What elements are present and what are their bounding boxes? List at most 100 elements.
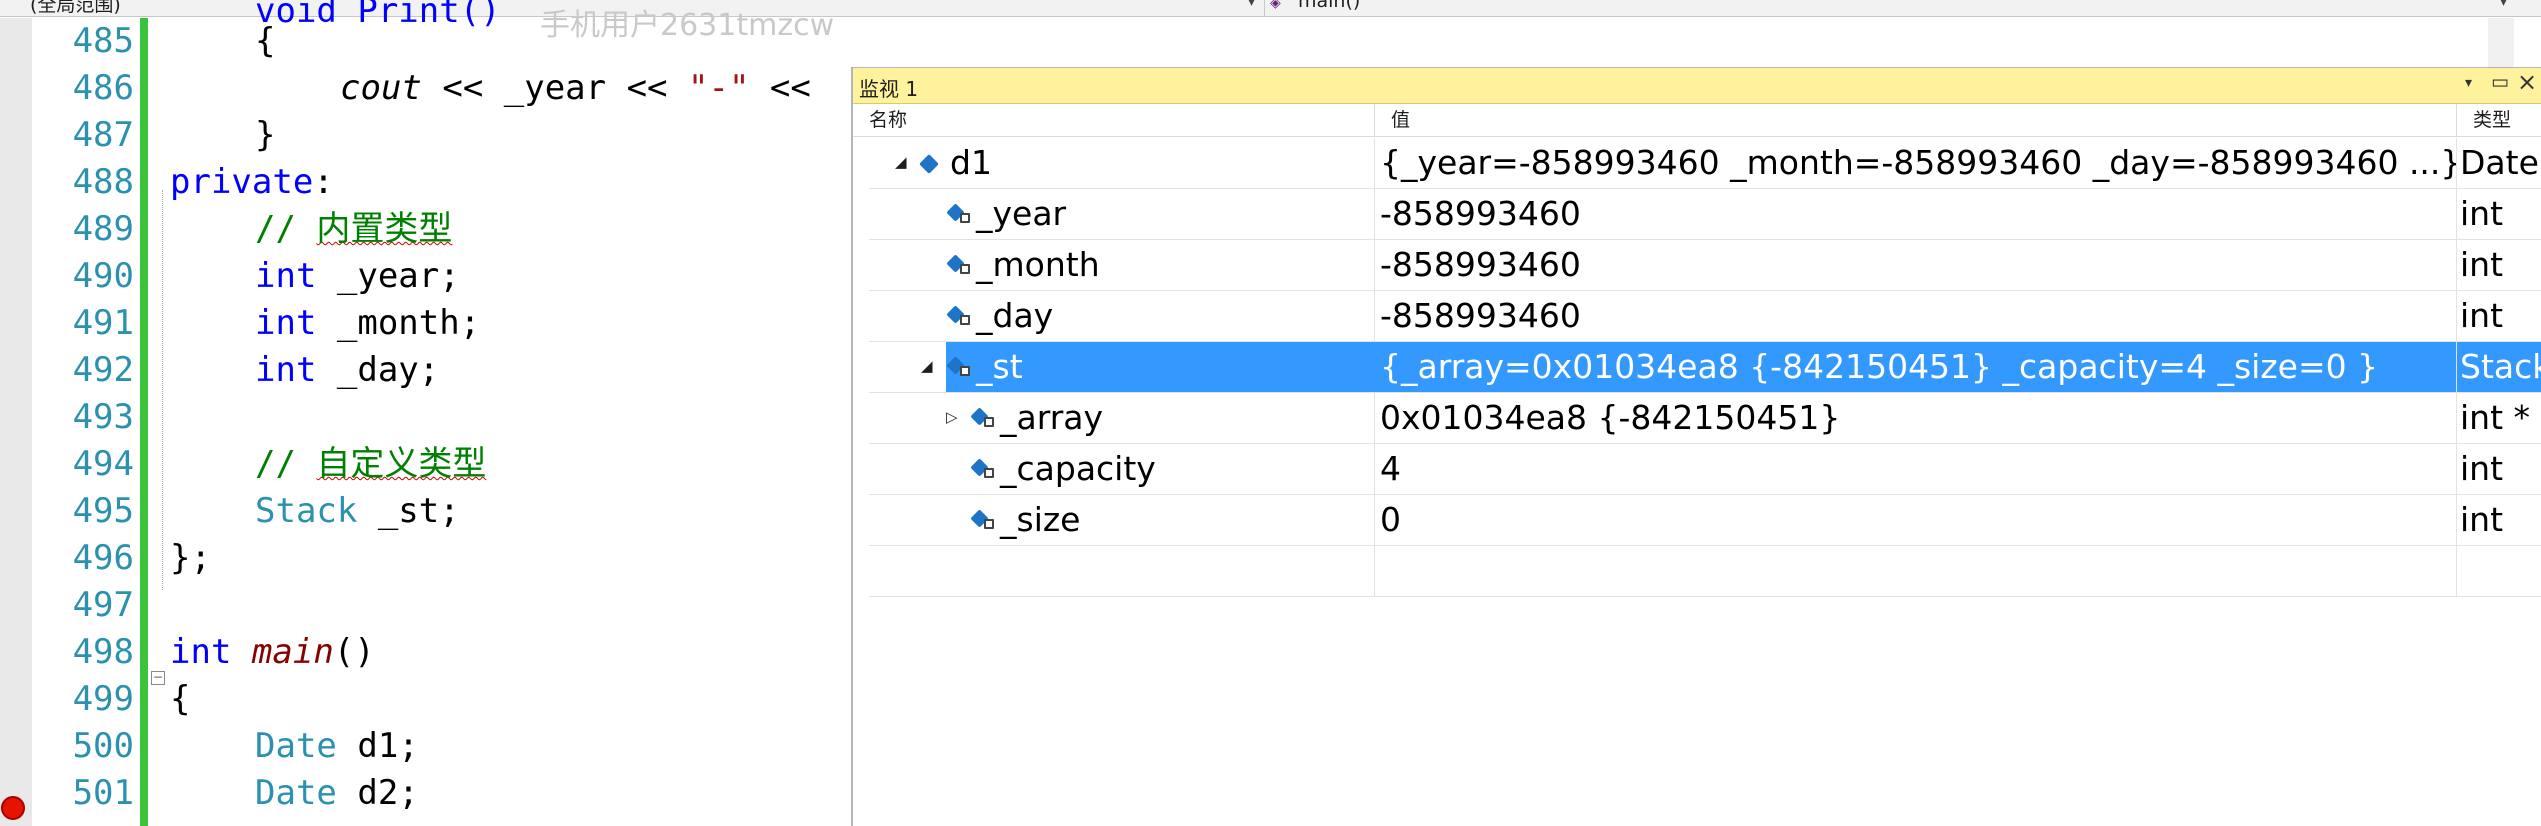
watch-name-cell[interactable]: ▷ _array: [869, 393, 1375, 443]
watch-title: 监视 1: [859, 77, 919, 101]
code-line[interactable]: {: [255, 18, 275, 65]
indicator-margin[interactable]: [0, 18, 32, 826]
line-number: 493: [72, 397, 134, 437]
watch-type: int: [2460, 245, 2504, 284]
expand-arrow-icon[interactable]: ▷: [946, 408, 958, 426]
watch-row[interactable]: _size 0 int: [869, 495, 2541, 546]
code-line[interactable]: int _year;: [255, 253, 460, 300]
watch-name-cell[interactable]: ◢ d1: [869, 138, 1375, 188]
code-line[interactable]: cout << _year << "-" <<: [340, 65, 811, 112]
method-icon: ◈: [1270, 0, 1281, 11]
watch-name: _year: [976, 194, 1067, 233]
line-number: 499: [72, 679, 134, 719]
watch-name: _size: [1000, 500, 1081, 539]
code-line[interactable]: // 内置类型: [255, 206, 452, 253]
code-line[interactable]: int _day;: [255, 347, 439, 394]
code-line-partial: 手机用户2631tmzcw: [540, 0, 834, 44]
collapse-toggle-icon[interactable]: −: [151, 671, 165, 685]
watch-title-bar[interactable]: 监视 1 ▾ ▭ ×: [853, 68, 2541, 104]
line-number: 501: [72, 773, 134, 813]
watch-name-cell[interactable]: _month: [869, 240, 1375, 290]
window-menu-icon[interactable]: ▾: [2465, 75, 2472, 91]
line-number: 494: [72, 444, 134, 484]
code-line[interactable]: Date d2;: [255, 770, 419, 817]
code-line[interactable]: }: [255, 112, 275, 159]
watch-type: int: [2460, 449, 2504, 488]
watch-type: int: [2460, 500, 2504, 539]
chevron-down-icon[interactable]: ▾: [2500, 0, 2507, 10]
member-dropdown[interactable]: ◈ main(): [1266, 0, 2511, 16]
watch-name-cell[interactable]: ◢ _st: [869, 342, 1375, 392]
watermark: 手机用户2631tmzcw: [540, 8, 835, 43]
chevron-down-icon[interactable]: ▾: [1248, 0, 1255, 10]
watch-name: _month: [976, 245, 1100, 284]
watch-column-headers: 名称 值 类型: [853, 104, 2541, 137]
code-line-partial[interactable]: void Print(): [255, 0, 501, 35]
watch-name: _array: [1000, 398, 1104, 437]
column-header-name[interactable]: 名称: [853, 104, 1375, 137]
watch-row[interactable]: _year -858993460 int: [869, 189, 2541, 240]
breakpoint-icon[interactable]: [1, 796, 25, 820]
code-line[interactable]: Stack _st;: [255, 488, 460, 535]
brace-guide: [162, 190, 163, 590]
watch-type: int *: [2460, 398, 2531, 437]
watch-name: d1: [950, 143, 992, 182]
object-icon: [919, 154, 939, 174]
private-field-icon: [946, 254, 973, 276]
watch-row[interactable]: ▷ _array 0x01034ea8 {-842150451} int *: [869, 393, 2541, 444]
watch-value[interactable]: {_year=-858993460 _month=-858993460 _day…: [1375, 138, 2457, 188]
column-header-value[interactable]: 值: [1375, 104, 2457, 137]
line-number: 492: [72, 350, 134, 390]
watch-row-empty[interactable]: [869, 546, 2541, 597]
private-field-icon: [946, 356, 973, 378]
watch-value[interactable]: -858993460: [1375, 189, 2457, 239]
watch-value[interactable]: -858993460: [1375, 291, 2457, 341]
code-line[interactable]: private:: [170, 159, 334, 206]
line-number: 486: [72, 68, 134, 108]
watch-value[interactable]: 0x01034ea8 {-842150451}: [1375, 393, 2457, 443]
watch-name: _st: [976, 347, 1023, 386]
code-line[interactable]: {: [170, 676, 190, 723]
line-number: 487: [72, 115, 134, 155]
watch-name-cell[interactable]: _year: [869, 189, 1375, 239]
watch-value[interactable]: 4: [1375, 444, 2457, 494]
scope-dropdown-value: (全局范围): [30, 0, 121, 16]
maximize-icon[interactable]: ▭: [2491, 71, 2509, 93]
code-line[interactable]: int main(): [170, 629, 375, 676]
change-tracking-bar: [140, 18, 148, 826]
watch-value: [1375, 546, 2457, 596]
line-number: 488: [72, 162, 134, 202]
watch-row[interactable]: _capacity 4 int: [869, 444, 2541, 495]
watch-type: int: [2460, 296, 2504, 335]
code-line[interactable]: Date d1;: [255, 723, 419, 770]
watch-add-item-cell[interactable]: [869, 546, 1375, 596]
watch-value[interactable]: -858993460: [1375, 240, 2457, 290]
watch-row-selected[interactable]: ◢ _st {_array=0x01034ea8 {-842150451} _c…: [869, 342, 2541, 393]
private-field-icon: [970, 509, 997, 531]
collapse-arrow-icon[interactable]: ◢: [895, 153, 907, 171]
line-number: 496: [72, 538, 134, 578]
close-icon[interactable]: ×: [2517, 68, 2537, 96]
code-line[interactable]: };: [170, 535, 211, 582]
watch-type: [2457, 546, 2541, 596]
code-line[interactable]: int _month;: [255, 300, 480, 347]
watch-value[interactable]: {_array=0x01034ea8 {-842150451} _capacit…: [1375, 342, 2457, 392]
watch-name-cell[interactable]: _day: [869, 291, 1375, 341]
watch-type: int: [2460, 194, 2504, 233]
column-header-type[interactable]: 类型: [2457, 104, 2541, 137]
code-line[interactable]: // 自定义类型: [255, 441, 486, 488]
watch-row[interactable]: _month -858993460 int: [869, 240, 2541, 291]
watch-type: Date: [2460, 143, 2539, 182]
line-number: 498: [72, 632, 134, 672]
line-number: 490: [72, 256, 134, 296]
private-field-icon: [946, 305, 973, 327]
collapse-arrow-icon[interactable]: ◢: [921, 357, 933, 375]
watch-name-cell[interactable]: _capacity: [869, 444, 1375, 494]
watch-window[interactable]: 监视 1 ▾ ▭ × 名称 值 类型 ◢ d1 {_year=-85899346…: [851, 67, 2541, 826]
watch-row[interactable]: ◢ d1 {_year=-858993460 _month=-858993460…: [869, 138, 2541, 189]
watch-name-cell[interactable]: _size: [869, 495, 1375, 545]
private-field-icon: [946, 203, 973, 225]
watch-row[interactable]: _day -858993460 int: [869, 291, 2541, 342]
watch-value[interactable]: 0: [1375, 495, 2457, 545]
split-scroll-icon[interactable]: [2488, 18, 2514, 68]
